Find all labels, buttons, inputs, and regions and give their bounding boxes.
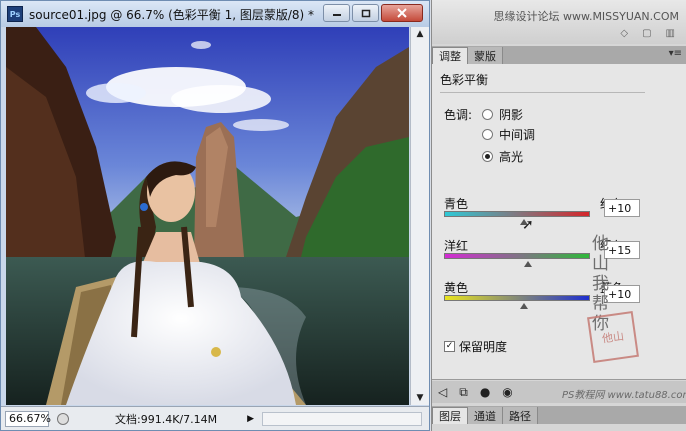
panel-title: 色彩平衡 <box>440 73 489 87</box>
photo-image <box>6 27 409 405</box>
panel-menu-icon[interactable]: ▾≡ <box>669 48 682 59</box>
slider-track[interactable] <box>444 211 590 225</box>
radio-button[interactable] <box>482 129 493 140</box>
radio-label: 高光 <box>499 150 524 164</box>
vertical-scrollbar[interactable]: ▲ ▼ <box>410 27 429 405</box>
zoom-field[interactable]: 66.67% <box>5 410 51 427</box>
play-icon[interactable]: ▶ <box>247 414 254 424</box>
status-icon[interactable] <box>57 412 69 425</box>
radio-label: 中间调 <box>499 128 536 142</box>
slider-track[interactable] <box>444 253 590 267</box>
tab-paths[interactable]: 路径 <box>503 407 538 424</box>
preserve-luminosity-label: 保留明度 <box>459 340 508 354</box>
clip-icon[interactable]: ⧉ <box>459 385 468 400</box>
back-icon[interactable]: ◁ <box>438 385 447 399</box>
horizontal-scrollbar[interactable] <box>262 411 423 426</box>
tab-adjustments[interactable]: 调整 <box>432 47 468 64</box>
seal-watermark: 他山 <box>587 311 639 363</box>
tab-channels[interactable]: 通道 <box>468 407 503 424</box>
eye-icon[interactable]: ◉ <box>502 385 512 399</box>
radio-label: 阴影 <box>499 108 524 122</box>
photoshop-icon: Ps <box>7 6 23 22</box>
slider-left-label: 洋红 <box>444 239 469 253</box>
radio-highlights[interactable]: 高光 <box>482 148 523 165</box>
close-icon <box>397 8 407 18</box>
slider-thumb[interactable] <box>524 261 532 267</box>
color-balance-panel: 色彩平衡 色调: 阴影 中间调 高光 青色 红色 <box>432 64 686 380</box>
slider-left-label: 黄色 <box>444 281 469 295</box>
document-titlebar[interactable]: Ps source01.jpg @ 66.7% (色彩平衡 1, 图层蒙版/8)… <box>1 1 429 27</box>
tab-layers[interactable]: 图层 <box>432 407 468 424</box>
radio-button[interactable] <box>482 109 493 120</box>
doc-info: 文档:991.4K/7.14M <box>115 412 218 426</box>
bottom-watermark: PS教程网 www.tatu88.com <box>562 390 686 401</box>
document-window: Ps source01.jpg @ 66.7% (色彩平衡 1, 图层蒙版/8)… <box>0 0 430 431</box>
page-icon[interactable]: ▢ <box>642 28 651 39</box>
divider <box>440 92 645 93</box>
visibility-icon[interactable]: ● <box>480 385 490 399</box>
tab-masks[interactable]: 蒙版 <box>468 47 503 64</box>
radio-midtones[interactable]: 中间调 <box>482 126 535 143</box>
preserve-luminosity-checkbox[interactable]: ✓ <box>444 341 455 352</box>
arrow-down-icon[interactable]: ▼ <box>415 393 425 403</box>
pointer-cursor-icon: ➚ <box>522 217 534 233</box>
radio-shadows[interactable]: 阴影 <box>482 106 523 123</box>
slider-thumb[interactable] <box>520 303 528 309</box>
document-title: source01.jpg @ 66.7% (色彩平衡 1, 图层蒙版/8) * <box>29 7 315 22</box>
restore-button[interactable] <box>352 4 379 22</box>
new-icon[interactable]: ◇ <box>620 28 628 39</box>
minimize-icon <box>332 14 341 16</box>
radio-button-selected[interactable] <box>482 151 493 162</box>
close-button[interactable] <box>381 4 423 22</box>
top-watermark: 思缘设计论坛 www.MISSYUAN.COM <box>493 10 679 23</box>
value-field-cyan-red[interactable]: +10 <box>604 199 640 217</box>
document-canvas[interactable] <box>6 27 409 405</box>
top-panel-strip: 思缘设计论坛 www.MISSYUAN.COM ◇ ▢ ▥ <box>432 0 686 44</box>
minimize-button[interactable] <box>323 4 350 22</box>
tone-label: 色调: <box>444 108 473 122</box>
status-bar: 66.67% 文档:991.4K/7.14M ▶ <box>1 406 429 430</box>
slider-track[interactable] <box>444 295 590 309</box>
arrow-up-icon[interactable]: ▲ <box>415 29 425 39</box>
restore-icon <box>361 9 370 17</box>
preserve-luminosity-row[interactable]: ✓ 保留明度 <box>444 338 507 355</box>
layers-tabs: 图层 通道 路径 <box>432 406 686 424</box>
panels-dock: 思缘设计论坛 www.MISSYUAN.COM ◇ ▢ ▥ 调整 蒙版 ▾≡ 色… <box>431 0 686 431</box>
slider-left-label: 青色 <box>444 197 469 211</box>
adjust-tabs: 调整 蒙版 <box>432 46 686 64</box>
trash-icon[interactable]: ▥ <box>666 28 675 39</box>
